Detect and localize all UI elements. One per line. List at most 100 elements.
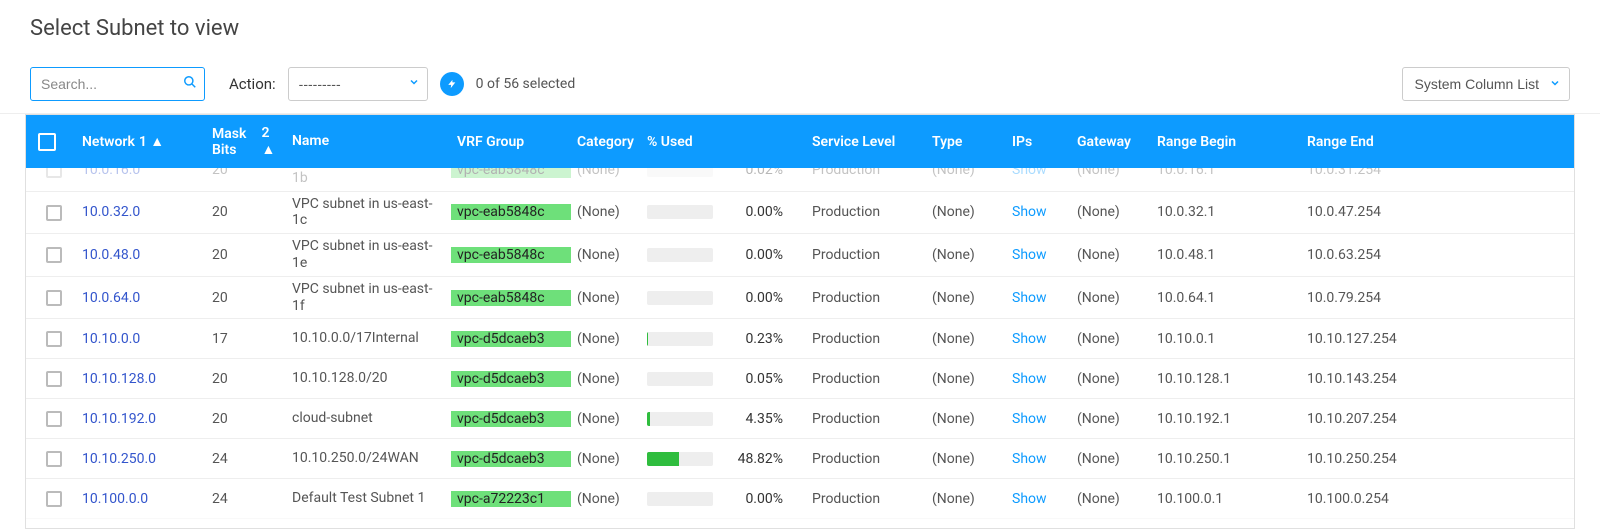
network-link[interactable]: 10.10.0.0 (82, 331, 140, 347)
mask-cell: 20 (206, 290, 286, 306)
col-mask-label: Mask Bits (212, 126, 257, 158)
service-cell: Production (806, 247, 926, 263)
range-begin-cell: 10.10.192.1 (1151, 411, 1301, 427)
row-checkbox[interactable] (46, 205, 62, 221)
range-begin-cell: 10.0.16.1 (1151, 168, 1301, 178)
used-cell: 0.00% (647, 290, 800, 306)
ips-link[interactable]: Show (1012, 371, 1047, 387)
row-checkbox[interactable] (46, 451, 62, 467)
table-row[interactable]: 10.10.128.02010.10.128.0/20vpc-d5dcaeb3(… (26, 358, 1574, 398)
action-select[interactable]: --------- (288, 67, 428, 101)
mask-cell: 24 (206, 491, 286, 507)
bolt-icon[interactable] (440, 72, 464, 96)
search-input[interactable] (30, 67, 205, 101)
used-pct: 0.00% (723, 247, 783, 263)
range-end-cell: 10.0.47.254 (1301, 204, 1461, 220)
col-range-end[interactable]: Range End (1301, 134, 1461, 150)
row-checkbox[interactable] (46, 290, 62, 306)
column-list-label: System Column List (1415, 76, 1539, 92)
ips-link[interactable]: Show (1012, 168, 1047, 178)
used-bar (647, 205, 713, 219)
vrf-cell: vpc-eab5848c (451, 290, 571, 306)
ips-link[interactable]: Show (1012, 290, 1047, 306)
table-row[interactable]: 10.100.1.024Default Test Subnet 2vpc-a72… (26, 518, 1574, 528)
col-vrf[interactable]: VRF Group (451, 134, 571, 150)
used-pct: 0.05% (723, 371, 783, 387)
category-cell: (None) (571, 411, 641, 427)
column-list-button[interactable]: System Column List (1402, 67, 1570, 101)
row-checkbox[interactable] (46, 411, 62, 427)
vrf-cell: vpc-a72223c1 (451, 491, 571, 507)
vrf-cell: vpc-d5dcaeb3 (451, 451, 571, 467)
mask-cell: 20 (206, 168, 286, 178)
table-row[interactable]: 10.10.250.02410.10.250.0/24WANvpc-d5dcae… (26, 438, 1574, 478)
used-bar (647, 372, 713, 386)
type-cell: (None) (926, 451, 1006, 467)
network-link[interactable]: 10.10.250.0 (82, 451, 156, 467)
category-cell: (None) (571, 451, 641, 467)
category-cell: (None) (571, 491, 641, 507)
gateway-cell: (None) (1071, 331, 1151, 347)
ips-link[interactable]: Show (1012, 491, 1047, 507)
range-end-cell: 10.10.143.254 (1301, 371, 1461, 387)
col-gateway[interactable]: Gateway (1071, 134, 1151, 150)
mask-cell: 20 (206, 247, 286, 263)
used-cell: 0.00% (647, 204, 800, 220)
table-row[interactable]: 10.0.48.020VPC subnet in us-east-1evpc-e… (26, 233, 1574, 276)
used-pct: 0.02% (723, 168, 783, 178)
row-checkbox[interactable] (46, 168, 62, 178)
name-cell: Default Test Subnet 1 (286, 490, 451, 507)
network-link[interactable]: 10.10.128.0 (82, 371, 156, 387)
table-row[interactable]: 10.100.0.0 24Default Test Subnet 1vpc-a72… (26, 478, 1574, 518)
col-mask[interactable]: Mask Bits 2 ▲ (206, 125, 286, 158)
used-cell: 0.00% (647, 247, 800, 263)
row-checkbox[interactable] (46, 491, 62, 507)
table-row[interactable]: 10.0.16.020VPC subnet in us-east-1bvpc-e… (26, 168, 1574, 191)
range-begin-cell: 10.0.32.1 (1151, 204, 1301, 220)
network-link[interactable]: 10.0.32.0 (82, 204, 140, 220)
network-link[interactable]: 10.0.16.0 (82, 168, 140, 178)
ips-link[interactable]: Show (1012, 247, 1047, 263)
vrf-cell: vpc-eab5848c (451, 247, 571, 263)
table-row[interactable]: 10.10.192.020cloud-subnetvpc-d5dcaeb3(No… (26, 398, 1574, 438)
ips-link[interactable]: Show (1012, 411, 1047, 427)
mask-cell: 24 (206, 451, 286, 467)
used-bar (647, 332, 713, 346)
toolbar: Action: --------- 0 of 56 selected Syste… (0, 59, 1600, 114)
table-row[interactable]: 10.10.0.01710.10.0.0/17Internalvpc-d5dca… (26, 318, 1574, 358)
col-network[interactable]: Network 1 ▲ (76, 133, 206, 150)
col-used[interactable]: % Used (641, 134, 806, 150)
table-row[interactable]: 10.0.32.020VPC subnet in us-east-1cvpc-e… (26, 191, 1574, 234)
col-service[interactable]: Service Level (806, 134, 926, 150)
ips-link[interactable]: Show (1012, 331, 1047, 347)
select-all-checkbox[interactable] (38, 133, 56, 151)
row-checkbox[interactable] (46, 371, 62, 387)
name-cell: cloud-subnet (286, 410, 451, 427)
search-wrap (30, 67, 205, 101)
col-range-begin[interactable]: Range Begin (1151, 134, 1301, 150)
network-link[interactable]: 10.100.0.0 (82, 491, 148, 507)
service-cell: Production (806, 204, 926, 220)
network-link[interactable]: 10.0.64.0 (82, 290, 140, 306)
category-cell: (None) (571, 247, 641, 263)
range-end-cell: 10.10.127.254 (1301, 331, 1461, 347)
col-ips[interactable]: IPs (1006, 134, 1071, 150)
table-row[interactable]: 10.0.64.0 20VPC subnet in us-east-1fvpc-e… (26, 276, 1574, 319)
table-body[interactable]: 10.0.16.020VPC subnet in us-east-1bvpc-e… (26, 168, 1574, 528)
ips-link[interactable]: Show (1012, 204, 1047, 220)
row-checkbox[interactable] (46, 247, 62, 263)
ips-link[interactable]: Show (1012, 451, 1047, 467)
col-type[interactable]: Type (926, 134, 1006, 150)
col-network-label: Network (82, 134, 135, 150)
range-begin-cell: 10.100.0.1 (1151, 491, 1301, 507)
service-cell: Production (806, 491, 926, 507)
gateway-cell: (None) (1071, 451, 1151, 467)
name-cell: VPC subnet in us-east-1f (286, 281, 451, 315)
network-link[interactable]: 10.0.48.0 (82, 247, 140, 263)
row-checkbox[interactable] (46, 331, 62, 347)
service-cell: Production (806, 331, 926, 347)
service-cell: Production (806, 168, 926, 178)
col-name[interactable]: Name (286, 133, 451, 150)
col-category[interactable]: Category (571, 134, 641, 150)
network-link[interactable]: 10.10.192.0 (82, 411, 156, 427)
